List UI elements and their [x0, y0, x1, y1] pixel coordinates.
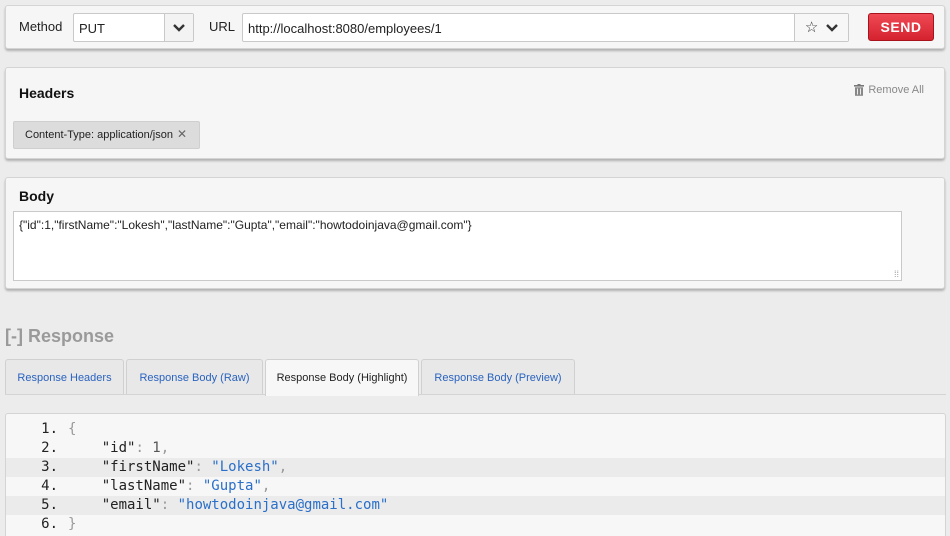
url-value: http://localhost:8080/employees/1 [248, 21, 442, 36]
request-bar: Method PUT URL http://localhost:8080/emp… [5, 5, 945, 49]
tab-label: Response Body (Raw) [139, 371, 250, 384]
json-key: "id" [101, 440, 136, 456]
trash-icon [854, 84, 865, 96]
line-number: 2. [41, 440, 58, 456]
chevron-down-icon[interactable] [826, 23, 838, 32]
body-textarea[interactable]: {"id":1,"firstName":"Lokesh","lastName":… [13, 211, 902, 281]
tabs-divider [5, 394, 946, 395]
code-line: 3. "firstName": "Lokesh", [6, 458, 945, 477]
remove-all-button[interactable]: Remove All [854, 84, 924, 96]
json-value: 1 [152, 440, 161, 456]
code-line: 1. { [6, 420, 945, 439]
json-value: "howtodoinjava@gmail.com" [177, 497, 389, 513]
body-title: Body [19, 188, 54, 204]
code-text: "lastName": "Gupta", [101, 478, 271, 494]
chevron-down-icon [173, 23, 185, 32]
header-chip[interactable]: Content-Type: application/json ✕ [13, 121, 200, 149]
tab-response-body-raw[interactable]: Response Body (Raw) [126, 359, 263, 395]
body-text: {"id":1,"firstName":"Lokesh","lastName":… [19, 218, 472, 232]
method-dropdown-toggle[interactable] [164, 14, 193, 41]
code-line: 2. "id": 1, [6, 439, 945, 458]
tab-label: Response Headers [17, 371, 112, 384]
url-input[interactable]: http://localhost:8080/employees/1 ☆ [242, 13, 849, 42]
line-number: 3. [41, 459, 58, 475]
tab-response-headers[interactable]: Response Headers [5, 359, 124, 395]
response-code-view: 1. { 2. "id": 1, 3. "firstName": "Lokesh… [5, 413, 946, 536]
tab-label: Response Body (Preview) [434, 371, 562, 384]
json-value: "Gupta" [202, 478, 262, 494]
json-key: "email" [101, 497, 161, 513]
line-number: 4. [41, 478, 58, 494]
star-icon[interactable]: ☆ [805, 20, 818, 35]
code-text: "firstName": "Lokesh", [101, 459, 288, 475]
send-button[interactable]: SEND [868, 13, 934, 41]
url-label: URL [209, 19, 236, 34]
tab-response-body-preview[interactable]: Response Body (Preview) [421, 359, 575, 395]
response-tabs: Response Headers Response Body (Raw) Res… [5, 359, 946, 396]
code-text: { [68, 421, 77, 437]
code-line: 6. } [6, 515, 945, 534]
method-select[interactable]: PUT [73, 13, 194, 42]
url-actions: ☆ [794, 14, 848, 41]
json-value: "Lokesh" [211, 459, 279, 475]
tab-response-body-highlight[interactable]: Response Body (Highlight) [265, 359, 419, 396]
method-value: PUT [79, 21, 105, 36]
code-text: "id": 1, [101, 440, 170, 456]
resize-handle-icon[interactable]: ⁞⁞ [894, 269, 899, 279]
line-number: 1. [41, 421, 58, 437]
body-panel: Body {"id":1,"firstName":"Lokesh","lastN… [5, 177, 945, 289]
json-key: "lastName" [101, 478, 187, 494]
headers-title: Headers [19, 85, 75, 101]
remove-all-label: Remove All [868, 84, 924, 96]
line-number: 5. [41, 497, 58, 513]
code-text: } [68, 516, 77, 532]
code-text: "email": "howtodoinjava@gmail.com" [101, 497, 389, 513]
tab-label: Response Body (Highlight) [276, 372, 408, 384]
close-icon[interactable]: ✕ [177, 127, 187, 141]
response-title[interactable]: [-] Response [5, 326, 114, 347]
line-number: 6. [41, 516, 58, 532]
method-label: Method [19, 19, 63, 34]
header-chip-text: Content-Type: application/json [25, 129, 173, 141]
headers-panel: Headers Remove All Content-Type: applica… [5, 67, 945, 159]
json-key: "firstName" [101, 459, 195, 475]
code-line: 5. "email": "howtodoinjava@gmail.com" [6, 496, 945, 515]
code-line: 4. "lastName": "Gupta", [6, 477, 945, 496]
